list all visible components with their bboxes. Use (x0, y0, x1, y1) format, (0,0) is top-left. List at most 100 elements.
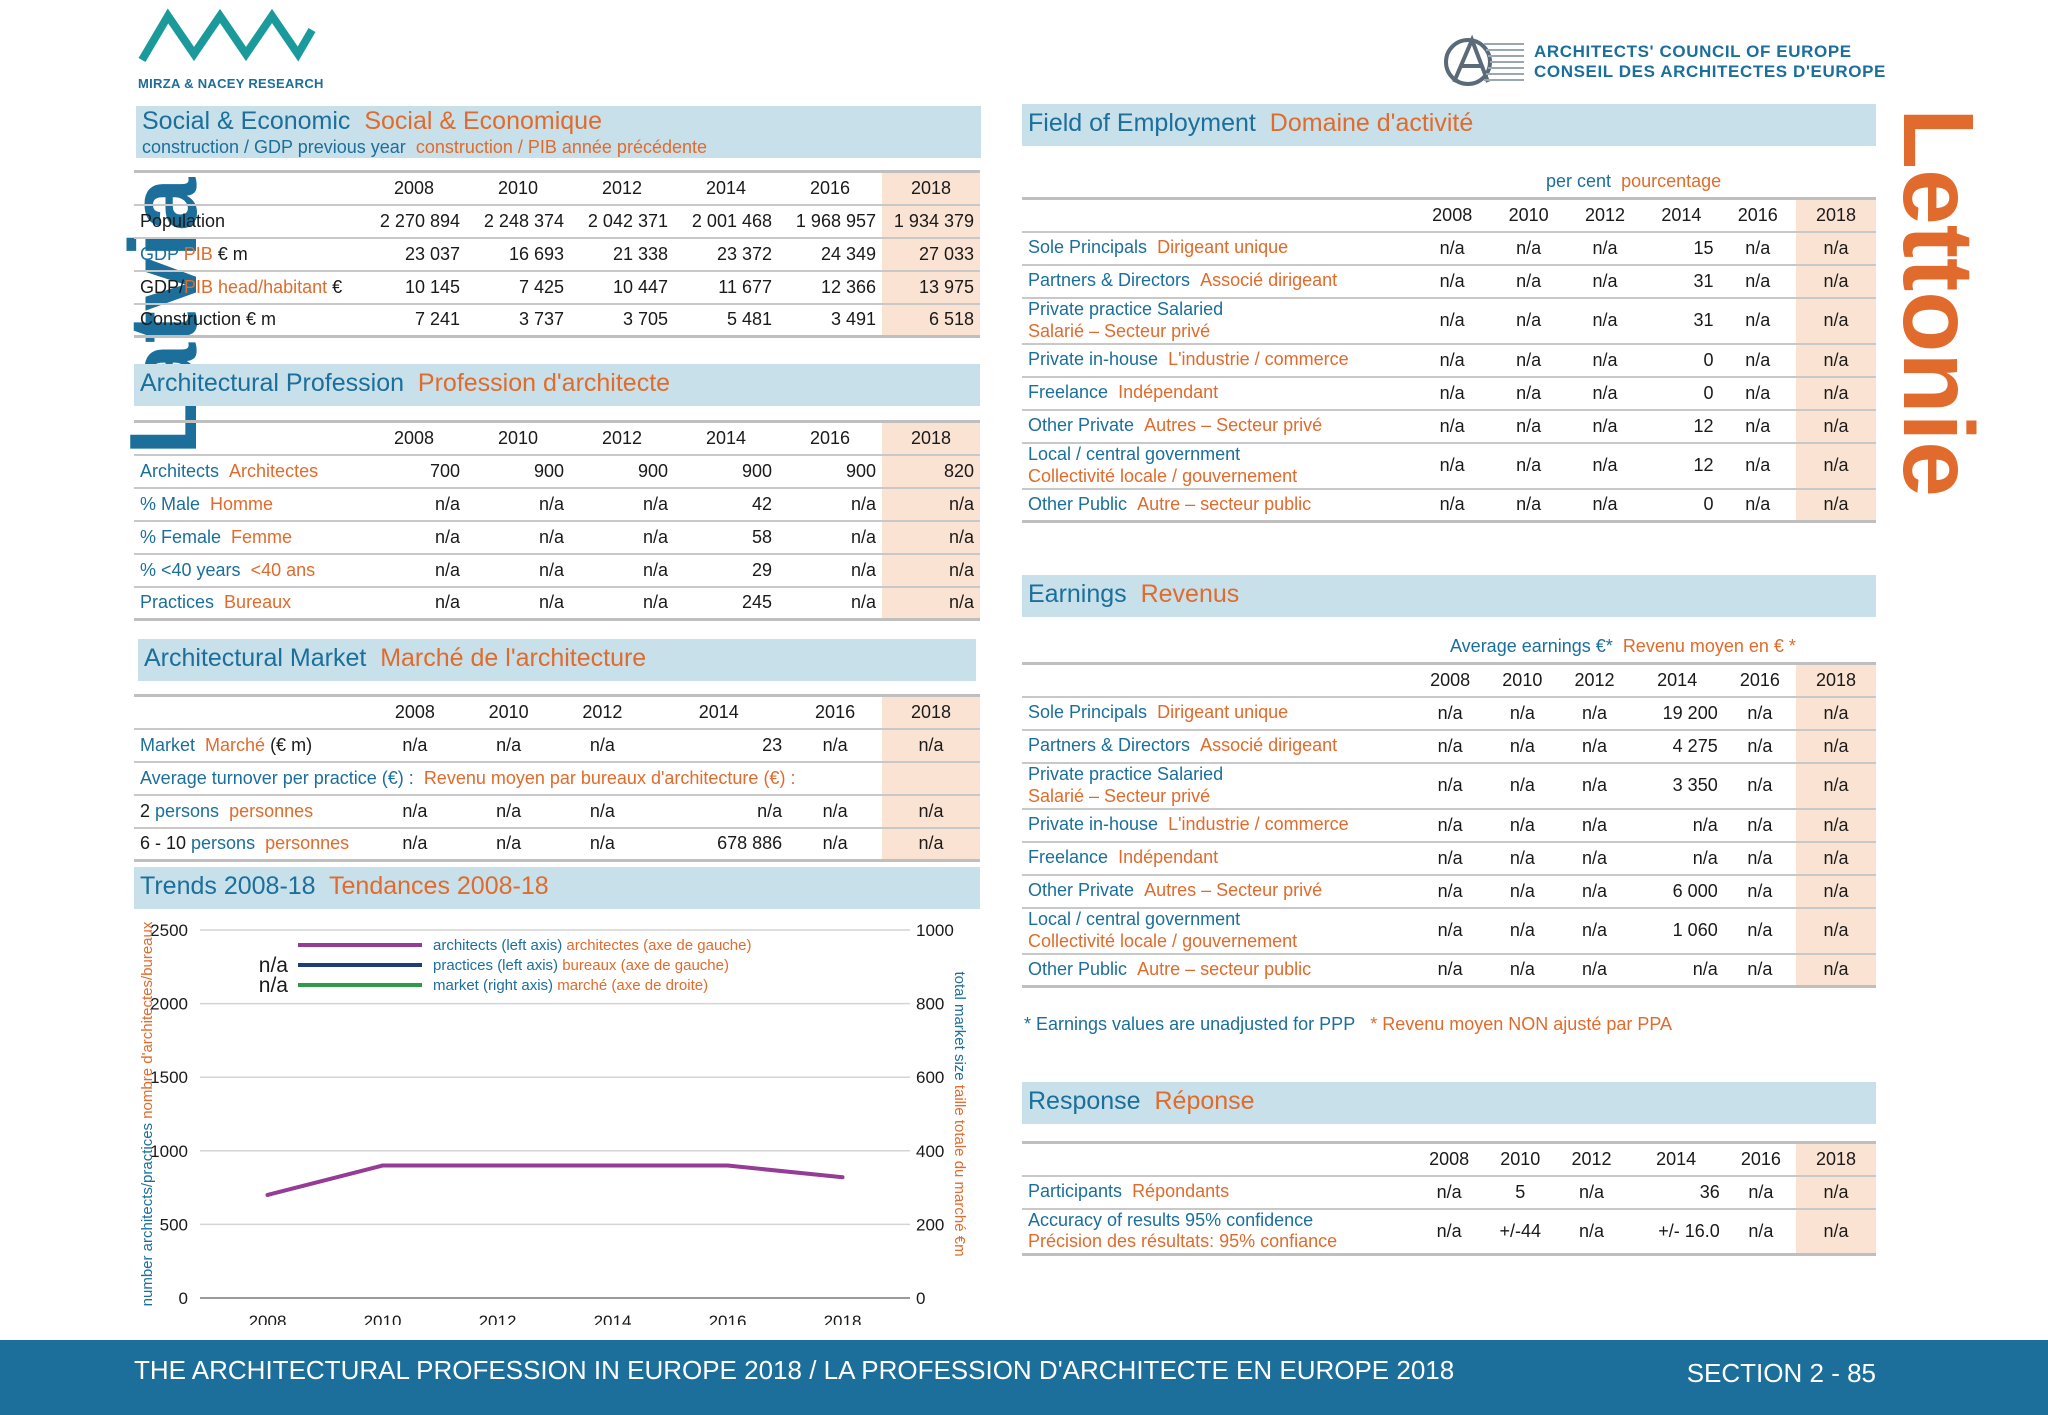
y-left-axis-title: number architects/practices nombre d'arc… (139, 921, 156, 1306)
earnings-footnote: * Earnings values are unadjusted for PPP… (1024, 1014, 1672, 1035)
table-cell: n/a (882, 486, 980, 521)
turnover-label-fr: Revenu moyen par bureaux d'architecture … (423, 767, 796, 788)
table-cell: n/a (1719, 230, 1796, 265)
table-cell: n/a (1558, 807, 1631, 842)
table-cell: n/a (1566, 441, 1644, 489)
year-header: 2014 (1630, 662, 1724, 697)
ace-name-fr: CONSEIL DES ARCHITECTES D'EUROPE (1534, 62, 1886, 81)
market-header: Architectural Market Marché de l'archite… (138, 639, 976, 681)
row-label-en: Freelance (1028, 847, 1109, 868)
row-label-part: PIB head/habitant (184, 276, 328, 297)
table-cell: 27 033 (882, 236, 980, 271)
x-tick-label: 2010 (364, 1312, 402, 1325)
row-label: 2 persons personnes (134, 793, 368, 828)
table-cell: n/a (1566, 296, 1644, 344)
table-cell: 21 338 (570, 236, 674, 271)
row-label-part: GDP/ (140, 276, 185, 297)
social-economic-header: Social & Economic Social & Economique co… (136, 106, 981, 158)
trends-chart-svg: 0500100015002000250002004006008001000200… (139, 921, 968, 1331)
turnover-label: Average turnover per practice (€) : Reve… (134, 760, 882, 795)
row-label-en: Participants (1028, 1181, 1123, 1202)
row-label-fr: Associé dirigeant (1200, 270, 1338, 291)
y-right-tick-label: 0 (916, 1289, 925, 1308)
row-label-en: Other Public (1028, 958, 1128, 979)
table-cell: 1 968 957 (778, 203, 882, 238)
row-label-fr: Précision des résultats: 95% confiance (1028, 1231, 1338, 1252)
table-cell: n/a (368, 826, 462, 862)
year-header: 2008 (1414, 197, 1491, 232)
table-cell: n/a (1556, 1207, 1627, 1256)
table-cell: n/a (1558, 728, 1631, 763)
table-cell: n/a (555, 793, 650, 828)
table-cell: 820 (882, 453, 980, 488)
row-label: Local / central government Collectivité l… (1022, 441, 1414, 489)
table-row: Sole Principals Dirigeant unique n/a n/a n/… (1022, 695, 1876, 730)
table-cell: 12 366 (778, 269, 882, 304)
table-cell: n/a (1796, 296, 1876, 344)
year-header: 2014 (674, 170, 778, 205)
year-header: 2008 (368, 694, 462, 729)
table-cell: n/a (1414, 952, 1487, 988)
trends-title-en: Trends 2008-18 (140, 872, 316, 900)
row-label-en: Partners & Directors (1028, 735, 1191, 756)
table-cell: n/a (1725, 1207, 1796, 1256)
table-cell: n/a (1630, 952, 1724, 988)
table-cell: n/a (555, 826, 650, 862)
row-label-en: % Male (140, 493, 201, 514)
table-row: 6 - 10 persons personnes n/a n/a n/a 678 886… (134, 826, 980, 862)
table-cell: n/a (778, 519, 882, 554)
row-label-en: Other Private (1028, 880, 1135, 901)
row-label-part: Population (140, 210, 226, 231)
table-cell: 42 (674, 486, 778, 521)
trends-title-fr: Tendances 2008-18 (329, 872, 549, 900)
social-title-en: Social & Economic (142, 107, 351, 135)
table-row: GDP/PIB head/habitant €10 145 7 425 10 447… (134, 269, 980, 304)
row-label: Partners & Directors Associé dirigeant (1022, 728, 1414, 763)
row-label-fr: Répondants (1132, 1181, 1230, 1202)
table-cell: 900 (570, 453, 674, 488)
x-tick-label: 2018 (824, 1312, 862, 1325)
market-table: 2008 2010 2012 2014 2016 2018 Market Mar… (134, 694, 980, 862)
table-row: % Male Homme n/a n/a n/a 42 n/a n/a (134, 486, 980, 521)
table-cell: n/a (368, 793, 462, 828)
x-tick-label: 2014 (594, 1312, 632, 1325)
legend-label-0: architects (left axis) architectes (axe … (433, 937, 751, 954)
y-left-axis-title-text: number architects/practices nombre d'arc… (139, 921, 156, 1306)
year-header: 2014 (674, 420, 778, 455)
row-label-part: Construction € m (140, 309, 277, 330)
row-label: Population (134, 203, 362, 238)
table-cell: n/a (778, 552, 882, 587)
table-cell: n/a (1414, 230, 1491, 265)
row-label-en: persons (155, 800, 220, 821)
row-label-unit: (€ m) (265, 734, 313, 755)
table-cell: n/a (1414, 375, 1491, 410)
table-cell: 245 (674, 585, 778, 621)
response-title-en: Response (1028, 1087, 1141, 1115)
table-row: Market Marché (€ m) n/a n/a n/a 23 n/a n/a (134, 727, 980, 762)
table-cell: +/- 16.0 (1626, 1207, 1726, 1256)
table-cell: 900 (778, 453, 882, 488)
table-cell: n/a (1414, 807, 1487, 842)
table-row: Private practice Salaried Salarié – Secte… (1022, 296, 1876, 344)
table-cell: n/a (1719, 342, 1796, 377)
row-label-fr: Autre – secteur public (1137, 958, 1312, 979)
y-right-tick-label: 1000 (916, 921, 954, 940)
social-title-fr: Social & Economique (364, 107, 602, 135)
profession-title-fr: Profession d'architecte (417, 369, 671, 397)
table-cell: n/a (882, 552, 980, 587)
table-row: Accuracy of results 95% confidence Précis… (1022, 1207, 1876, 1256)
x-tick-label: 2008 (249, 1312, 287, 1325)
row-label-part: PIB (178, 243, 213, 264)
table-cell: n/a (362, 552, 466, 587)
table-cell: 3 491 (778, 302, 882, 338)
row-label-en: Private in-house (1028, 349, 1159, 370)
row-label-en: Practices (140, 592, 215, 613)
table-cell: n/a (461, 826, 556, 862)
table-cell: 12 (1643, 441, 1720, 489)
legend-label-1: practices (left axis) bureaux (axe de ga… (433, 957, 729, 974)
mirza-nacey-name: MIRZA & NACEY RESEARCH (138, 76, 324, 91)
employment-header: Field of Employment Domaine d'activité (1022, 104, 1876, 146)
row-label: Sole Principals Dirigeant unique (1022, 230, 1414, 265)
table-cell: 13 975 (882, 269, 980, 304)
table-row: Freelance Indépendant n/a n/a n/a 0 n/a n/a (1022, 375, 1876, 410)
